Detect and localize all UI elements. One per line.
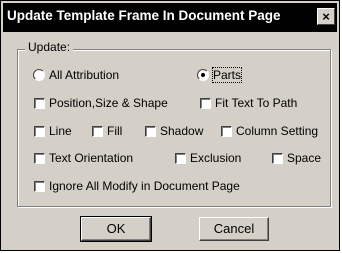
ignore-all-modify-checkbox[interactable]: Ignore All Modify in Document Page <box>34 178 240 194</box>
exclusion-label: Exclusion <box>190 151 242 165</box>
ignore-all-modify-label: Ignore All Modify in Document Page <box>49 179 240 193</box>
line-label: Line <box>49 124 72 138</box>
close-button[interactable]: × <box>317 8 335 25</box>
checkbox-icon <box>92 125 103 137</box>
fill-checkbox[interactable]: Fill <box>92 123 122 139</box>
column-setting-checkbox[interactable]: Column Setting <box>221 123 318 139</box>
position-size-shape-checkbox[interactable]: Position,Size & Shape <box>34 95 168 111</box>
text-orientation-checkbox[interactable]: Text Orientation <box>34 150 133 166</box>
checkbox-icon <box>175 152 186 164</box>
checkbox-icon <box>34 152 45 164</box>
radio-selected-icon <box>197 69 209 81</box>
exclusion-checkbox[interactable]: Exclusion <box>175 150 241 166</box>
fit-text-to-path-checkbox[interactable]: Fit Text To Path <box>200 95 297 111</box>
checkbox-icon <box>221 125 232 137</box>
fit-text-to-path-label: Fit Text To Path <box>215 96 298 110</box>
checkbox-icon <box>34 97 45 109</box>
position-size-shape-label: Position,Size & Shape <box>49 96 168 110</box>
checkbox-icon <box>145 125 156 137</box>
parts-radio[interactable]: Parts <box>197 67 243 83</box>
checkbox-icon <box>34 125 45 137</box>
checkbox-icon <box>272 152 283 164</box>
dialog-title: Update Template Frame In Document Page <box>7 8 281 23</box>
close-icon: × <box>322 9 330 24</box>
column-setting-label: Column Setting <box>236 124 319 138</box>
fill-label: Fill <box>107 124 123 138</box>
radio-icon <box>33 69 45 81</box>
all-attribution-radio[interactable]: All Attribution <box>33 67 119 83</box>
line-checkbox[interactable]: Line <box>34 123 72 139</box>
update-template-frame-dialog: Update Template Frame In Document Page ×… <box>0 0 340 251</box>
checkbox-icon <box>34 180 45 192</box>
cancel-button[interactable]: Cancel <box>199 217 269 241</box>
shadow-checkbox[interactable]: Shadow <box>145 123 203 139</box>
ok-button[interactable]: OK <box>80 216 152 242</box>
space-checkbox[interactable]: Space <box>272 150 321 166</box>
all-attribution-label: All Attribution <box>49 68 120 82</box>
update-group-label: Update: <box>25 40 74 54</box>
checkbox-icon <box>200 97 211 109</box>
parts-label: Parts <box>211 67 243 83</box>
text-orientation-label: Text Orientation <box>49 151 134 165</box>
space-label: Space <box>287 151 322 165</box>
shadow-label: Shadow <box>160 124 204 138</box>
title-bar[interactable]: Update Template Frame In Document Page × <box>3 3 337 32</box>
